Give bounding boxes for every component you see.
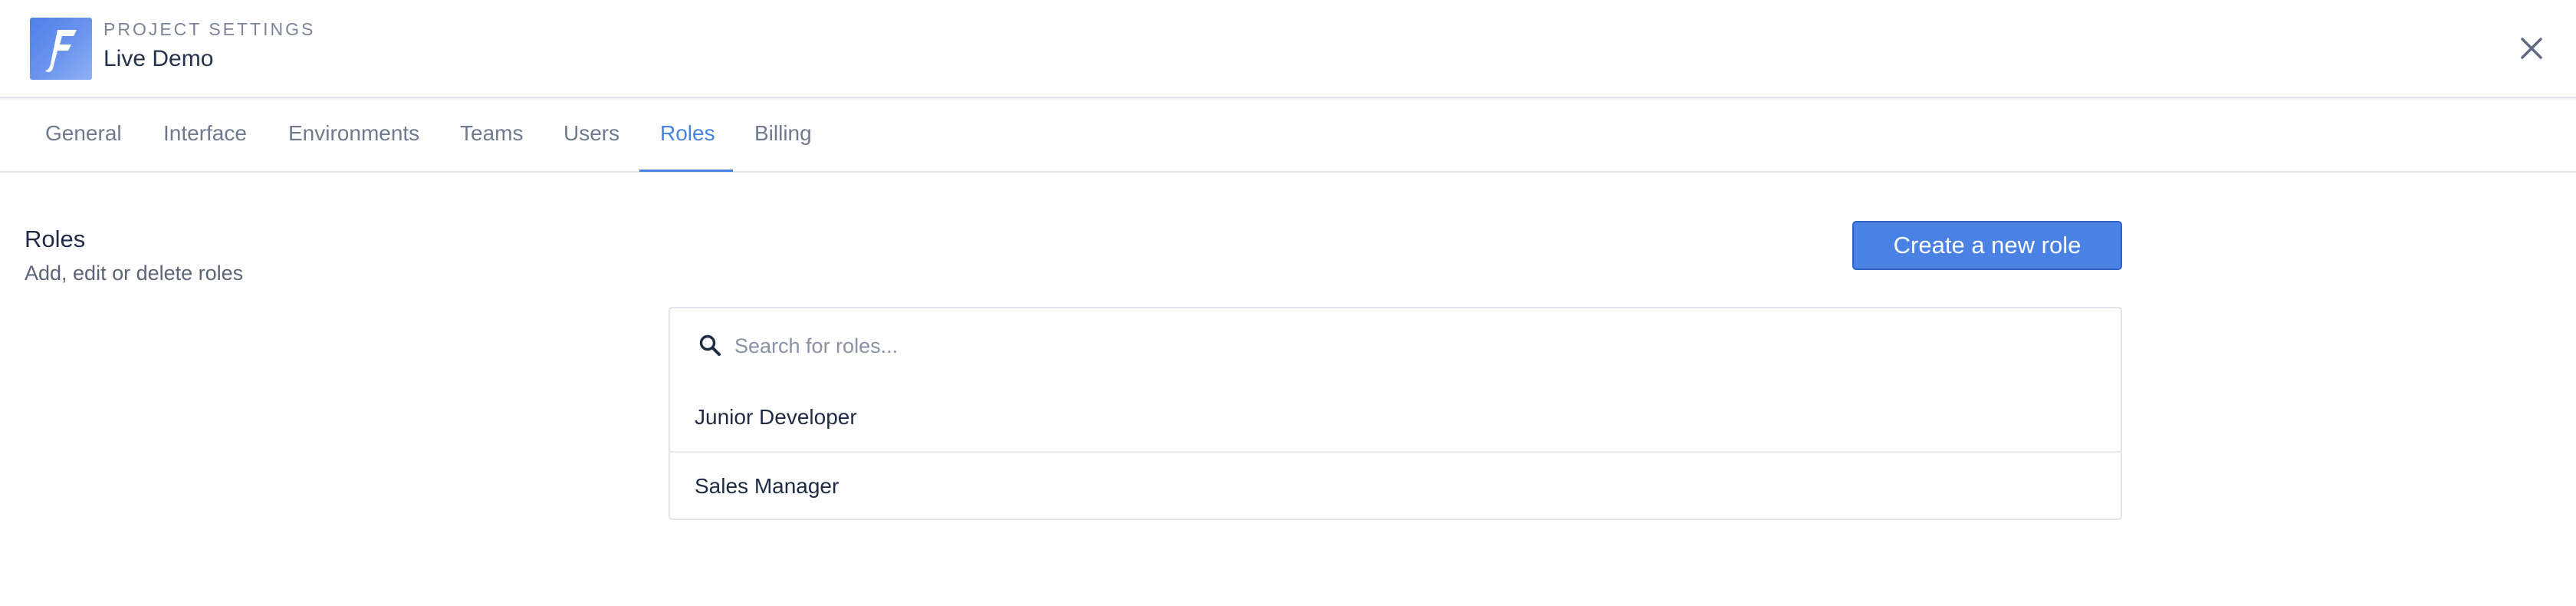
role-list-item[interactable]: Junior Developer — [670, 384, 2121, 453]
tab-interface[interactable]: Interface — [163, 121, 247, 146]
tab-general[interactable]: General — [45, 121, 122, 146]
search-icon — [698, 333, 724, 359]
search-input[interactable] — [734, 328, 2099, 364]
settings-tabs: General Interface Environments Teams Use… — [0, 100, 2576, 173]
tab-billing[interactable]: Billing — [754, 121, 812, 146]
tab-environments[interactable]: Environments — [288, 121, 419, 146]
tab-users[interactable]: Users — [564, 121, 619, 146]
tab-teams[interactable]: Teams — [460, 121, 523, 146]
active-tab-indicator — [639, 170, 733, 172]
project-name: Live Demo — [104, 46, 214, 71]
role-name: Junior Developer — [695, 405, 857, 429]
project-settings-label: PROJECT SETTINGS — [104, 19, 316, 39]
section-subtitle: Add, edit or delete roles — [25, 262, 244, 285]
logo-f-icon — [30, 18, 92, 80]
role-name: Sales Manager — [695, 474, 840, 498]
role-list-item[interactable]: Sales Manager — [670, 453, 2121, 522]
settings-header: PROJECT SETTINGS Live Demo — [0, 0, 2576, 98]
section-title: Roles — [25, 226, 86, 252]
create-role-button[interactable]: Create a new role — [1852, 221, 2122, 270]
tab-roles[interactable]: Roles — [660, 121, 715, 146]
roles-panel: Junior Developer Sales Manager — [669, 307, 2122, 520]
close-icon[interactable] — [2516, 33, 2547, 64]
